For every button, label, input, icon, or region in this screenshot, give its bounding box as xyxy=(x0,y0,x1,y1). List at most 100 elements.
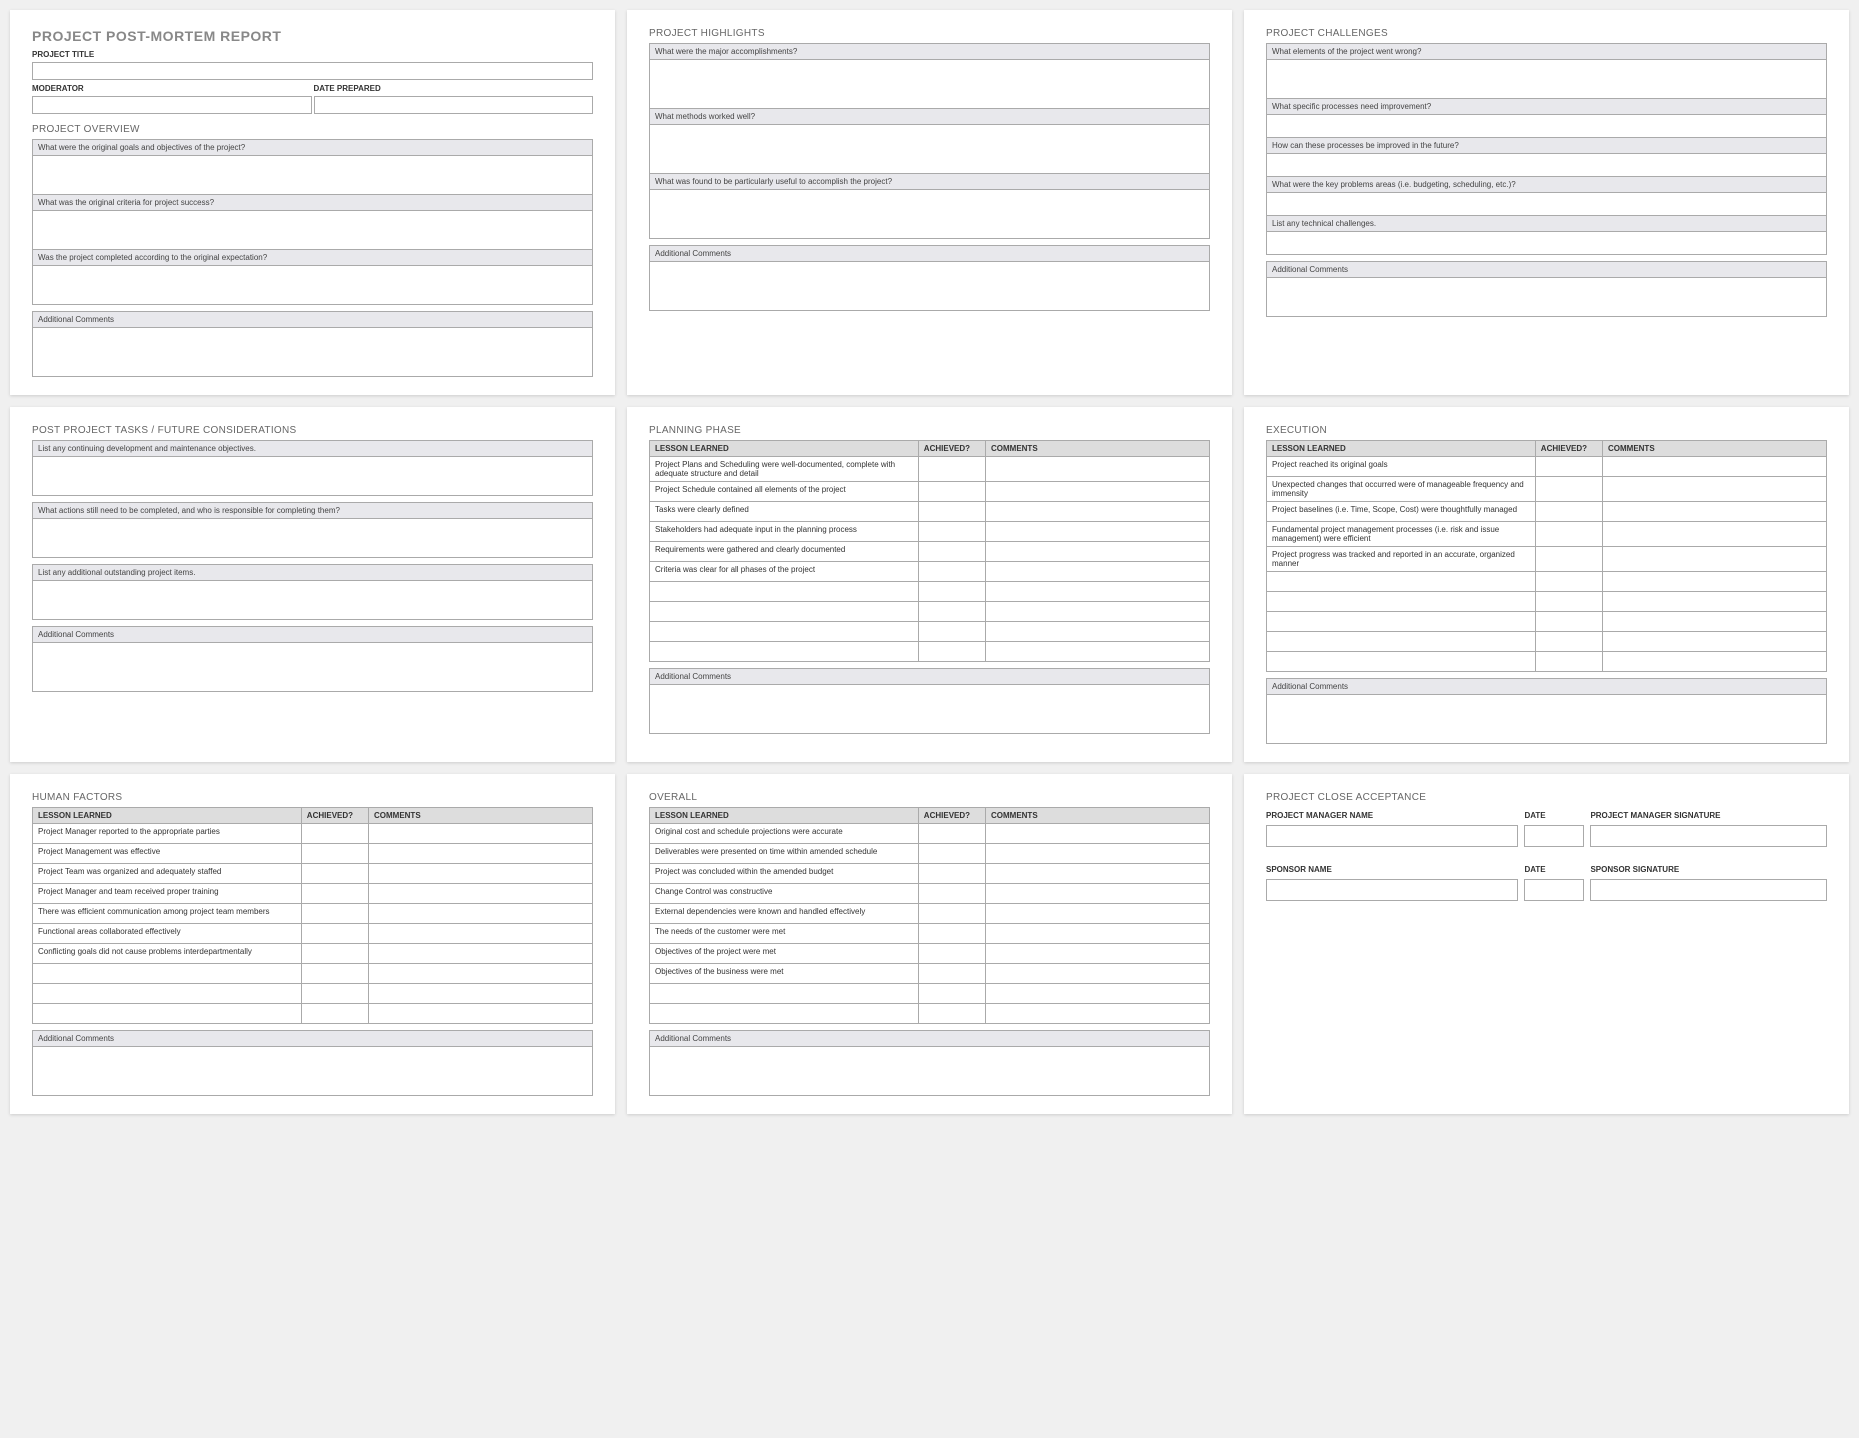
comments-cell[interactable] xyxy=(368,944,592,964)
comments-cell[interactable] xyxy=(368,884,592,904)
overview-a3[interactable] xyxy=(33,266,592,304)
comments-cell[interactable] xyxy=(985,542,1209,562)
comments-cell[interactable] xyxy=(1602,572,1826,592)
highlights-a2[interactable] xyxy=(650,125,1209,173)
date-prepared-input[interactable] xyxy=(314,96,594,114)
highlights-comments[interactable] xyxy=(650,262,1209,310)
achieved-cell[interactable] xyxy=(1535,572,1602,592)
challenges-a4[interactable] xyxy=(1267,193,1826,215)
comments-cell[interactable] xyxy=(985,522,1209,542)
pm-name-input[interactable] xyxy=(1266,825,1518,847)
sponsor-date-input[interactable] xyxy=(1524,879,1584,901)
comments-cell[interactable] xyxy=(985,964,1209,984)
achieved-cell[interactable] xyxy=(918,482,985,502)
pm-sig-input[interactable] xyxy=(1590,825,1827,847)
challenges-a3[interactable] xyxy=(1267,154,1826,176)
challenges-a1[interactable] xyxy=(1267,60,1826,98)
comments-cell[interactable] xyxy=(985,502,1209,522)
achieved-cell[interactable] xyxy=(918,622,985,642)
execution-comments[interactable] xyxy=(1267,695,1826,743)
achieved-cell[interactable] xyxy=(918,457,985,482)
comments-cell[interactable] xyxy=(1602,502,1826,522)
moderator-input[interactable] xyxy=(32,96,312,114)
achieved-cell[interactable] xyxy=(301,984,368,1004)
comments-cell[interactable] xyxy=(368,964,592,984)
comments-cell[interactable] xyxy=(985,884,1209,904)
sponsor-name-input[interactable] xyxy=(1266,879,1518,901)
comments-cell[interactable] xyxy=(1602,652,1826,672)
achieved-cell[interactable] xyxy=(1535,502,1602,522)
achieved-cell[interactable] xyxy=(301,924,368,944)
achieved-cell[interactable] xyxy=(301,1004,368,1024)
comments-cell[interactable] xyxy=(368,844,592,864)
achieved-cell[interactable] xyxy=(301,864,368,884)
achieved-cell[interactable] xyxy=(918,824,985,844)
comments-cell[interactable] xyxy=(985,562,1209,582)
overview-comments[interactable] xyxy=(33,328,592,376)
comments-cell[interactable] xyxy=(985,602,1209,622)
human-comments[interactable] xyxy=(33,1047,592,1095)
comments-cell[interactable] xyxy=(985,904,1209,924)
achieved-cell[interactable] xyxy=(1535,612,1602,632)
highlights-a1[interactable] xyxy=(650,60,1209,108)
comments-cell[interactable] xyxy=(985,984,1209,1004)
achieved-cell[interactable] xyxy=(301,944,368,964)
achieved-cell[interactable] xyxy=(1535,522,1602,547)
achieved-cell[interactable] xyxy=(918,1004,985,1024)
comments-cell[interactable] xyxy=(368,824,592,844)
comments-cell[interactable] xyxy=(985,824,1209,844)
comments-cell[interactable] xyxy=(1602,522,1826,547)
comments-cell[interactable] xyxy=(368,904,592,924)
overall-comments[interactable] xyxy=(650,1047,1209,1095)
future-a1[interactable] xyxy=(33,457,592,495)
comments-cell[interactable] xyxy=(368,984,592,1004)
achieved-cell[interactable] xyxy=(918,964,985,984)
achieved-cell[interactable] xyxy=(1535,652,1602,672)
comments-cell[interactable] xyxy=(985,844,1209,864)
comments-cell[interactable] xyxy=(985,582,1209,602)
planning-comments[interactable] xyxy=(650,685,1209,733)
future-a3[interactable] xyxy=(33,581,592,619)
achieved-cell[interactable] xyxy=(301,904,368,924)
challenges-comments[interactable] xyxy=(1267,278,1826,316)
achieved-cell[interactable] xyxy=(918,542,985,562)
achieved-cell[interactable] xyxy=(918,562,985,582)
achieved-cell[interactable] xyxy=(918,884,985,904)
project-title-input[interactable] xyxy=(32,62,593,80)
comments-cell[interactable] xyxy=(368,924,592,944)
future-a2[interactable] xyxy=(33,519,592,557)
overview-a2[interactable] xyxy=(33,211,592,249)
comments-cell[interactable] xyxy=(985,642,1209,662)
achieved-cell[interactable] xyxy=(918,904,985,924)
highlights-a3[interactable] xyxy=(650,190,1209,238)
comments-cell[interactable] xyxy=(985,864,1209,884)
achieved-cell[interactable] xyxy=(918,924,985,944)
achieved-cell[interactable] xyxy=(301,964,368,984)
achieved-cell[interactable] xyxy=(918,864,985,884)
pm-date-input[interactable] xyxy=(1524,825,1584,847)
achieved-cell[interactable] xyxy=(1535,457,1602,477)
comments-cell[interactable] xyxy=(1602,477,1826,502)
achieved-cell[interactable] xyxy=(301,824,368,844)
achieved-cell[interactable] xyxy=(1535,592,1602,612)
achieved-cell[interactable] xyxy=(918,502,985,522)
future-comments[interactable] xyxy=(33,643,592,691)
achieved-cell[interactable] xyxy=(918,642,985,662)
comments-cell[interactable] xyxy=(368,864,592,884)
comments-cell[interactable] xyxy=(1602,547,1826,572)
comments-cell[interactable] xyxy=(1602,457,1826,477)
comments-cell[interactable] xyxy=(1602,632,1826,652)
comments-cell[interactable] xyxy=(985,622,1209,642)
achieved-cell[interactable] xyxy=(918,602,985,622)
achieved-cell[interactable] xyxy=(918,522,985,542)
comments-cell[interactable] xyxy=(1602,592,1826,612)
overview-a1[interactable] xyxy=(33,156,592,194)
achieved-cell[interactable] xyxy=(918,944,985,964)
comments-cell[interactable] xyxy=(985,944,1209,964)
comments-cell[interactable] xyxy=(368,1004,592,1024)
achieved-cell[interactable] xyxy=(918,582,985,602)
achieved-cell[interactable] xyxy=(1535,632,1602,652)
achieved-cell[interactable] xyxy=(1535,547,1602,572)
comments-cell[interactable] xyxy=(985,1004,1209,1024)
comments-cell[interactable] xyxy=(985,924,1209,944)
